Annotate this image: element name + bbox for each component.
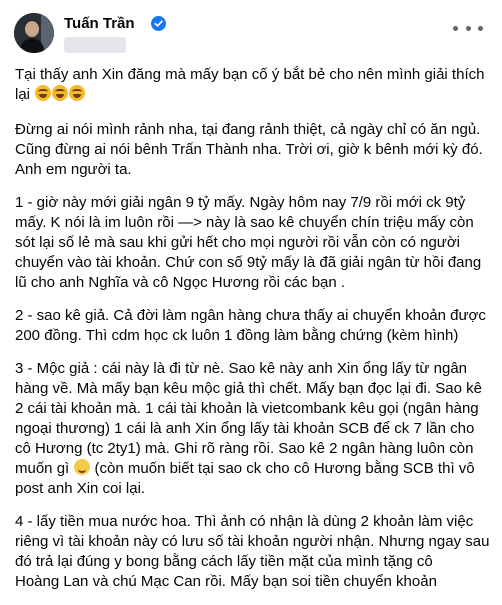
text-line: 2 - sao kê giả. Cả đời làm ngân hàng chư… [15,307,486,324]
paragraph-point-4: 4 - lấy tiền mua nước hoa. Thì ảnh có nh… [15,512,493,592]
smiling-face-emoji [74,459,91,475]
text-line: Đừng ai nói mình rảnh nha, tại đang rảnh… [15,121,481,138]
text-line: hàng về. Mà mấy bạn kêu mộc giả thì chết… [15,380,482,397]
paragraph-disclaimer: Đừng ai nói mình rảnh nha, tại đang rảnh… [15,120,493,180]
laughing-tears-emoji [69,85,86,101]
author-name[interactable]: Tuấn Trần [64,15,135,32]
paragraph-point-2: 2 - sao kê giả. Cả đời làm ngân hàng chư… [15,306,493,346]
post-header: Tuấn Trần [0,0,502,64]
more-options-icon[interactable] [453,20,483,36]
text-fragment: muốn gì [15,460,70,477]
text-line: ngoại thương) 1 cái là anh Xin ổng lấy t… [15,420,475,437]
text-line: Anh em người ta. [15,161,132,178]
text-line: 3 - Mộc giả : cái này là đi từ nè. Sao k… [15,360,468,377]
text-fragment: lại [15,86,31,103]
text-line: cô Hương (tc 2ty1) mà. Ghi rõ ràng rồi. … [15,440,474,457]
text-line: Cũng đừng ai nói bênh Trấn Thành nha. Tr… [15,141,483,158]
text-line: đó trả lại đúng y bong bằng cách lấy tiề… [15,553,433,570]
text-line: 2 cái tài khoản mà. 1 cái tài khoản là v… [15,400,479,417]
text-line: lại [15,85,493,105]
post-text: Tại thấy anh Xin đăng mà mấy bạn cố ý bắ… [15,65,493,605]
text-line: 1 - giờ này mới giải ngân 9 tỷ mấy. Ngày… [15,194,466,211]
paragraph-point-1: 1 - giờ này mới giải ngân 9 tỷ mấy. Ngày… [15,193,493,293]
text-line: chuyển vào tài khoản. Chứ con số 9tỷ mấy… [15,254,482,271]
text-line: 4 - lấy tiền mua nước hoa. Thì ảnh có nh… [15,513,474,530]
text-line: lũ cho anh Nghĩa và cô Ngọc Hương rồi cá… [15,274,346,291]
paragraph-intro: Tại thấy anh Xin đăng mà mấy bạn cố ý bắ… [15,65,493,105]
text-line: Tại thấy anh Xin đăng mà mấy bạn cố ý bắ… [15,66,485,83]
text-fragment: (còn muốn biết tại sao ck cho cô Hương b… [94,460,475,477]
paragraph-point-3: 3 - Mộc giả : cái này là đi từ nè. Sao k… [15,359,493,499]
text-line: sót lại số lẻ mà sau khi gửi hết cho mọi… [15,234,461,251]
laughing-tears-emoji [52,85,69,101]
author-avatar[interactable] [14,13,54,53]
text-line: muốn gì (còn muốn biết tại sao ck cho cô… [15,459,493,479]
text-line: post anh Xin coi lại. [15,480,146,497]
verified-badge-icon [151,16,166,31]
facebook-post: Tuấn Trần Tại thấy anh Xin đăng mà mấy b… [0,0,502,590]
laughing-tears-emoji [35,85,52,101]
text-line: riêng vì tài khoản này có lưu số tài kho… [15,533,490,550]
text-line: mấy. K nói là im luôn rồi —> này là sao … [15,214,474,231]
text-line: 200 đồng. Thì cdm học ck luôn 1 đồng làm… [15,327,459,344]
post-timestamp-redacted [64,37,126,53]
text-line: Hoàng Lan và chú Mạc Can rồi. Mấy bạn so… [15,573,437,590]
